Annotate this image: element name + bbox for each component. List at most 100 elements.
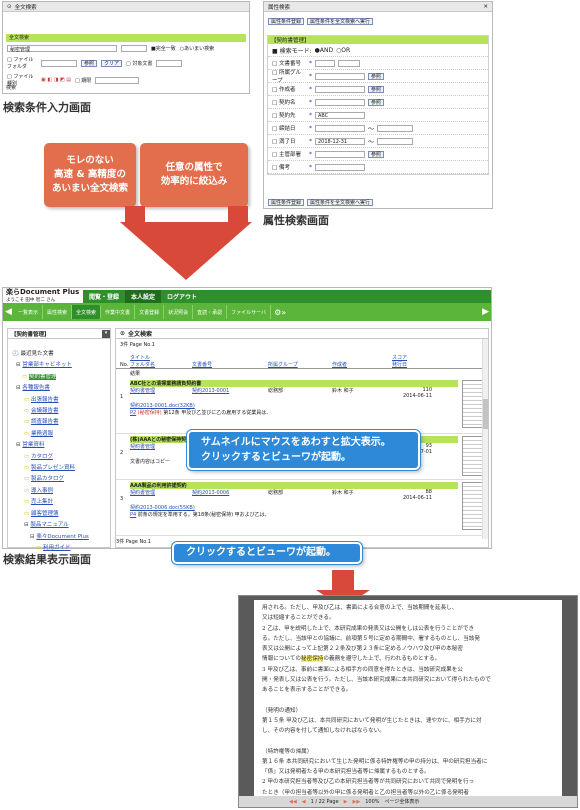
result-row[interactable]: 3 AAA製品の利用許諾契約 契約書管理 契約2013-0006 総務部 鈴木 和子 88 2… (116, 480, 488, 536)
app-logo: 楽らDocument Plus ようこそ 田中 智二 さん (3, 287, 83, 303)
folder-icon: ▭ (24, 476, 31, 483)
tree-item[interactable]: ⊟ 楽々Document Plus (12, 532, 107, 543)
col-result: 結果 (130, 371, 141, 377)
folder-icon: ▭ (24, 396, 31, 403)
tree-item[interactable]: 🕘 最近見た文書 (12, 349, 107, 360)
tree-item[interactable]: ▭ 出張報告書 (12, 395, 107, 406)
more-icon[interactable]: ⚙» (274, 308, 286, 317)
first-page-icon[interactable]: ◀◀ (289, 799, 297, 805)
sidebar-title: 【契約書管理】 (11, 331, 50, 338)
result-snippet: 第12条 甲及び乙並びに乙の雇用する従業員は、 (163, 410, 272, 416)
col-docno[interactable]: 文書番号 (192, 361, 268, 368)
col-group[interactable]: 所属グループ (268, 361, 332, 368)
result-no: 2 (120, 450, 124, 456)
sidebar-toggle-icon[interactable]: ▾ (102, 329, 110, 338)
view-mode-select[interactable]: ページ全体表示 (385, 798, 420, 805)
result-title[interactable]: AAA製品の利用許諾契約 (130, 482, 458, 489)
result-docno[interactable]: 契約2013-0001 (192, 387, 268, 399)
highlighted-keyword: 秘密保持 (301, 656, 324, 663)
tree-item-label: 最近見た文書 (20, 351, 54, 357)
viewer-line: 又は短縮することができる。 (262, 615, 335, 622)
col-title[interactable]: タイトル (130, 354, 192, 361)
tree-item[interactable]: ⊟ 営業資料 (12, 440, 107, 451)
viewer-line: 「係」又は発明者たる甲の本研究担当者等に帰属するものとする。 (262, 769, 430, 776)
result-folder[interactable]: 契約書管理 (130, 489, 192, 501)
result-row[interactable]: 1 ABC社との清掃業務請負契約書 契約書管理 契約2013-0001 総務部 鈴木 和子… (116, 378, 488, 434)
result-date: 2014-06-11 (402, 495, 432, 501)
result-docno[interactable]: 契約2013-0006 (192, 489, 268, 501)
result-page-link[interactable]: P4 (130, 512, 136, 518)
callout-line: クリックするとビューワが起動。 (201, 452, 351, 463)
tree-item-label: 営業部キャビネット (22, 362, 72, 369)
tree-item[interactable]: ▭ 売上集計 (12, 497, 107, 508)
tree-item[interactable]: ▭ 顧客管理簿 (12, 509, 107, 520)
tree-item-label: カタログ (30, 453, 53, 460)
tree-item[interactable]: ⊟ 営業部キャビネット (12, 360, 107, 371)
toolbar-tab[interactable]: ファイルサーバ (227, 305, 272, 319)
result-author: 鈴木 和子 (332, 490, 354, 496)
col-date[interactable]: 発行日 (392, 361, 432, 368)
tree-item-label: 製品カタログ (30, 476, 64, 483)
viewer-line: 第１５条 甲及び乙は、本共同研究において発明が生じたときは、速やかに、相手方に対 (262, 717, 482, 724)
tree-item[interactable]: ▭ 製品プレゼン資料 (12, 463, 107, 474)
toolbar-tab[interactable]: 全文検索 (72, 305, 102, 319)
tree-item[interactable]: ▭ 契約書管理 (12, 372, 107, 383)
result-folder[interactable]: 契約書管理 (130, 387, 192, 399)
result-thumbnail[interactable] (462, 380, 484, 428)
viewer-line: 情報についての秘密保持の義務を遵守した上で、行われるものとする。 (262, 656, 441, 663)
tree-item[interactable]: ▭ 会議報告書 (12, 406, 107, 417)
menu-logout[interactable]: ログアウト (161, 290, 204, 303)
toolbar-tabs: 一覧表示 属性検索 全文検索 作業中文書 文書登録 状況照会 査読・承認 ファイルサーバ (14, 305, 272, 319)
tree-item[interactable]: ▭ 導入事例 (12, 486, 107, 497)
scroll-right-icon[interactable]: ▶ (482, 307, 489, 317)
app-header: 楽らDocument Plus ようこそ 田中 智二 さん 閲覧・登録 本人設定 … (3, 288, 491, 303)
col-author[interactable]: 作成者 (332, 361, 392, 368)
toolbar-tab[interactable]: 状況照会 (164, 305, 194, 319)
tree-item[interactable]: ▭ カタログ (12, 452, 107, 463)
viewer-line (262, 696, 554, 706)
toolbar-tab[interactable]: 一覧表示 (14, 305, 44, 319)
result-folder[interactable]: 契約書管理 (130, 443, 192, 455)
results-header: No. タイトル フォルダ名 文書番号 所属グループ 作成者 スコア 発行日 (116, 350, 488, 369)
result-title[interactable]: ABC社との清掃業務請負契約書 (130, 380, 458, 387)
caption-results: 検索結果表示画面 (3, 553, 91, 566)
toolbar-tab[interactable]: 属性検索 (43, 305, 73, 319)
col-folder[interactable]: フォルダ名 (130, 361, 192, 368)
zoom-select[interactable]: 100% (365, 799, 379, 805)
tree-item[interactable]: ⊟ 各種報告書 (12, 383, 107, 394)
viewer-line: 2 甲の本研究担当者等及び乙の本研究担当者等が共同研究において共同で発明を行っ (262, 779, 475, 786)
viewer-line: る。ただし、当該甲との協議に、前項第５号に定める期間中、署するものとし、当該発 (262, 635, 480, 642)
result-snippet: 前条の規定を準用する。第18条(秘密保持) 甲および乙は、 (137, 512, 270, 518)
scroll-left-icon[interactable]: ◀ (5, 307, 14, 317)
tree-item[interactable]: ▭ 製品カタログ (12, 474, 107, 485)
toolbar-tab[interactable]: 査読・承認 (193, 305, 228, 319)
tree-item-label: 利用ガイド (42, 544, 71, 551)
tree-item[interactable]: ▭ 調査報告書 (12, 417, 107, 428)
tree-item-label: 導入事例 (30, 487, 53, 494)
toolbar-tab[interactable]: 文書登録 (135, 305, 165, 319)
prev-page-icon[interactable]: ◀ (302, 799, 306, 805)
callout-line: クリックするとビューワが起動。 (186, 547, 336, 559)
results-scrollbar[interactable] (482, 339, 488, 539)
toolbar-tab[interactable]: 作業中文書 (101, 305, 136, 319)
menu-view-register[interactable]: 閲覧・登録 (83, 290, 126, 303)
tree-item[interactable]: ▭ 業務週報 (12, 429, 107, 440)
tree-item[interactable]: ⊟ 製品マニュアル (12, 520, 107, 531)
col-score[interactable]: スコア (392, 354, 432, 361)
col-no: No. (120, 362, 129, 368)
next-page-icon[interactable]: ▶ (344, 799, 348, 805)
result-thumbnail[interactable] (462, 482, 484, 530)
menu-personal-settings[interactable]: 本人設定 (125, 290, 162, 303)
results-panel-title: 全文検索 (128, 331, 153, 338)
result-thumbnail[interactable] (462, 436, 484, 476)
tree-item-label: 売上集計 (30, 499, 53, 506)
tree-item-label: 顧客管理簿 (30, 510, 59, 517)
document-viewer: 用される。ただし、甲及び乙は、書面による合意の上で、当該期間を延長し、 又は短縮す… (238, 595, 578, 808)
result-page-link[interactable]: P2 (130, 410, 136, 416)
page-indicator[interactable]: 1 / 22 Page (311, 799, 339, 805)
viewer-line: 2 乙は、甲を説明した上で、本研究成果の発表又は公開をしは公表を行うことができ (262, 625, 475, 632)
viewer-line: 用される。ただし、甲及び乙は、書面による合意の上で、当該期間を延長し、 (262, 605, 458, 611)
viewer-line: （特許権等の帰属） (262, 748, 313, 755)
last-page-icon[interactable]: ▶▶ (353, 799, 361, 805)
sidebar-header: 【契約書管理】 ▾ (8, 329, 110, 339)
